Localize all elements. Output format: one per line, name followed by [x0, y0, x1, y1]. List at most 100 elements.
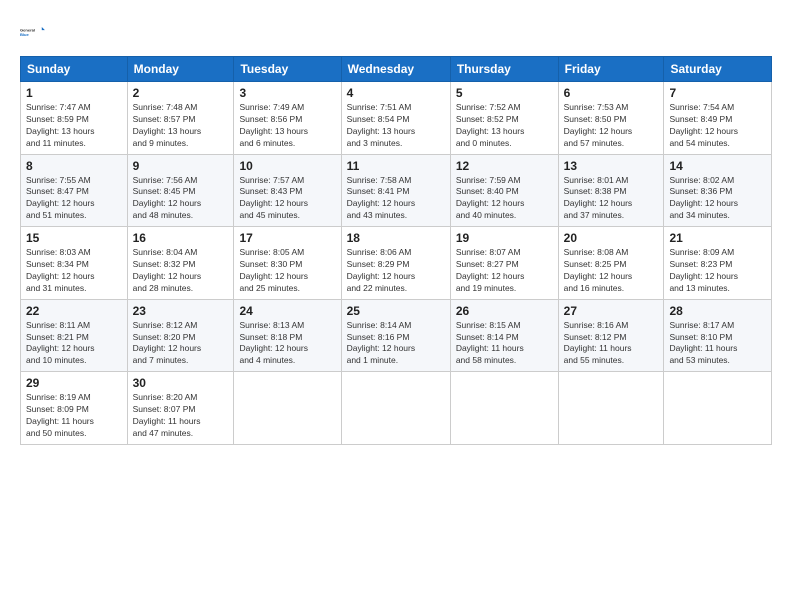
calendar-cell: 13Sunrise: 8:01 AM Sunset: 8:38 PM Dayli…: [558, 154, 664, 227]
day-number: 12: [456, 159, 553, 173]
day-number: 29: [26, 376, 122, 390]
day-number: 14: [669, 159, 766, 173]
calendar-cell: 29 Sunrise: 8:19 AM Sunset: 8:09 PM Dayli…: [21, 372, 128, 445]
page-header: GeneralBlue: [20, 18, 772, 46]
day-number: 17: [239, 231, 335, 245]
day-number: 27: [564, 304, 659, 318]
calendar-cell: 16 Sunrise: 8:04 AM Sunset: 8:32 PM Dayli…: [127, 227, 234, 300]
calendar-week-row: 29 Sunrise: 8:19 AM Sunset: 8:09 PM Dayli…: [21, 372, 772, 445]
calendar-cell: 17Sunrise: 8:05 AM Sunset: 8:30 PM Dayli…: [234, 227, 341, 300]
calendar-cell: 1 Sunrise: 7:47 AM Sunset: 8:59 PM Daylig…: [21, 82, 128, 155]
calendar-cell: 11 Sunrise: 7:58 AM Sunset: 8:41 PM Dayli…: [341, 154, 450, 227]
logo-icon: GeneralBlue: [20, 18, 48, 46]
calendar-cell: 9Sunrise: 7:56 AM Sunset: 8:45 PM Daylig…: [127, 154, 234, 227]
day-number: 8: [26, 159, 122, 173]
calendar-cell: 10Sunrise: 7:57 AM Sunset: 8:43 PM Dayli…: [234, 154, 341, 227]
day-number: 7: [669, 86, 766, 100]
day-info: Sunrise: 8:13 AM Sunset: 8:18 PM Dayligh…: [239, 320, 335, 368]
day-number: 3: [239, 86, 335, 100]
calendar-week-row: 1 Sunrise: 7:47 AM Sunset: 8:59 PM Daylig…: [21, 82, 772, 155]
calendar-cell: 20Sunrise: 8:08 AM Sunset: 8:25 PM Dayli…: [558, 227, 664, 300]
day-info: Sunrise: 7:59 AM Sunset: 8:40 PM Dayligh…: [456, 175, 553, 223]
calendar-header-sunday: Sunday: [21, 57, 128, 82]
calendar-cell: [664, 372, 772, 445]
calendar-cell: [341, 372, 450, 445]
day-info: Sunrise: 7:58 AM Sunset: 8:41 PM Dayligh…: [347, 175, 445, 223]
calendar-cell: 24 Sunrise: 8:13 AM Sunset: 8:18 PM Dayli…: [234, 299, 341, 372]
day-info: Sunrise: 8:15 AM Sunset: 8:14 PM Dayligh…: [456, 320, 553, 368]
calendar-cell: 12 Sunrise: 7:59 AM Sunset: 8:40 PM Dayli…: [450, 154, 558, 227]
calendar-cell: 19Sunrise: 8:07 AM Sunset: 8:27 PM Dayli…: [450, 227, 558, 300]
day-number: 21: [669, 231, 766, 245]
day-info: Sunrise: 8:14 AM Sunset: 8:16 PM Dayligh…: [347, 320, 445, 368]
calendar-cell: [234, 372, 341, 445]
day-info: Sunrise: 8:12 AM Sunset: 8:20 PM Dayligh…: [133, 320, 229, 368]
day-info: Sunrise: 8:03 AM Sunset: 8:34 PM Dayligh…: [26, 247, 122, 295]
day-number: 22: [26, 304, 122, 318]
day-info: Sunrise: 8:19 AM Sunset: 8:09 PM Dayligh…: [26, 392, 122, 440]
calendar-cell: 25 Sunrise: 8:14 AM Sunset: 8:16 PM Dayli…: [341, 299, 450, 372]
calendar-cell: 6 Sunrise: 7:53 AM Sunset: 8:50 PM Daylig…: [558, 82, 664, 155]
calendar-cell: 21 Sunrise: 8:09 AM Sunset: 8:23 PM Dayli…: [664, 227, 772, 300]
calendar-week-row: 22 Sunrise: 8:11 AM Sunset: 8:21 PM Dayli…: [21, 299, 772, 372]
calendar-cell: 28Sunrise: 8:17 AM Sunset: 8:10 PM Dayli…: [664, 299, 772, 372]
calendar-week-row: 8 Sunrise: 7:55 AM Sunset: 8:47 PM Daylig…: [21, 154, 772, 227]
calendar-table: SundayMondayTuesdayWednesdayThursdayFrid…: [20, 56, 772, 445]
calendar-header-wednesday: Wednesday: [341, 57, 450, 82]
calendar-cell: 27 Sunrise: 8:16 AM Sunset: 8:12 PM Dayli…: [558, 299, 664, 372]
calendar-cell: 7Sunrise: 7:54 AM Sunset: 8:49 PM Daylig…: [664, 82, 772, 155]
day-number: 16: [133, 231, 229, 245]
day-number: 5: [456, 86, 553, 100]
day-info: Sunrise: 8:08 AM Sunset: 8:25 PM Dayligh…: [564, 247, 659, 295]
calendar-header-tuesday: Tuesday: [234, 57, 341, 82]
calendar-cell: 14 Sunrise: 8:02 AM Sunset: 8:36 PM Dayli…: [664, 154, 772, 227]
day-number: 25: [347, 304, 445, 318]
calendar-cell: 2Sunrise: 7:48 AM Sunset: 8:57 PM Daylig…: [127, 82, 234, 155]
calendar-cell: 23 Sunrise: 8:12 AM Sunset: 8:20 PM Dayli…: [127, 299, 234, 372]
svg-text:Blue: Blue: [20, 32, 29, 37]
calendar-header-friday: Friday: [558, 57, 664, 82]
calendar-header-row: SundayMondayTuesdayWednesdayThursdayFrid…: [21, 57, 772, 82]
calendar-header-saturday: Saturday: [664, 57, 772, 82]
day-info: Sunrise: 7:53 AM Sunset: 8:50 PM Dayligh…: [564, 102, 659, 150]
day-number: 2: [133, 86, 229, 100]
day-number: 6: [564, 86, 659, 100]
day-number: 11: [347, 159, 445, 173]
day-info: Sunrise: 8:06 AM Sunset: 8:29 PM Dayligh…: [347, 247, 445, 295]
svg-text:General: General: [20, 27, 35, 32]
day-info: Sunrise: 8:09 AM Sunset: 8:23 PM Dayligh…: [669, 247, 766, 295]
calendar-cell: 3 Sunrise: 7:49 AM Sunset: 8:56 PM Daylig…: [234, 82, 341, 155]
day-number: 23: [133, 304, 229, 318]
day-number: 28: [669, 304, 766, 318]
day-info: Sunrise: 8:04 AM Sunset: 8:32 PM Dayligh…: [133, 247, 229, 295]
day-info: Sunrise: 8:01 AM Sunset: 8:38 PM Dayligh…: [564, 175, 659, 223]
day-info: Sunrise: 7:56 AM Sunset: 8:45 PM Dayligh…: [133, 175, 229, 223]
calendar-cell: 22 Sunrise: 8:11 AM Sunset: 8:21 PM Dayli…: [21, 299, 128, 372]
day-info: Sunrise: 8:16 AM Sunset: 8:12 PM Dayligh…: [564, 320, 659, 368]
day-info: Sunrise: 7:49 AM Sunset: 8:56 PM Dayligh…: [239, 102, 335, 150]
calendar-header-monday: Monday: [127, 57, 234, 82]
logo: GeneralBlue: [20, 18, 48, 46]
day-number: 18: [347, 231, 445, 245]
day-info: Sunrise: 8:20 AM Sunset: 8:07 PM Dayligh…: [133, 392, 229, 440]
calendar-week-row: 15 Sunrise: 8:03 AM Sunset: 8:34 PM Dayli…: [21, 227, 772, 300]
day-info: Sunrise: 7:55 AM Sunset: 8:47 PM Dayligh…: [26, 175, 122, 223]
day-info: Sunrise: 7:52 AM Sunset: 8:52 PM Dayligh…: [456, 102, 553, 150]
day-info: Sunrise: 7:51 AM Sunset: 8:54 PM Dayligh…: [347, 102, 445, 150]
day-info: Sunrise: 7:47 AM Sunset: 8:59 PM Dayligh…: [26, 102, 122, 150]
day-number: 4: [347, 86, 445, 100]
calendar-cell: 18 Sunrise: 8:06 AM Sunset: 8:29 PM Dayli…: [341, 227, 450, 300]
calendar-header-thursday: Thursday: [450, 57, 558, 82]
calendar-cell: 8 Sunrise: 7:55 AM Sunset: 8:47 PM Daylig…: [21, 154, 128, 227]
calendar-cell: 5 Sunrise: 7:52 AM Sunset: 8:52 PM Daylig…: [450, 82, 558, 155]
day-number: 30: [133, 376, 229, 390]
calendar-cell: [450, 372, 558, 445]
day-info: Sunrise: 8:02 AM Sunset: 8:36 PM Dayligh…: [669, 175, 766, 223]
day-number: 24: [239, 304, 335, 318]
day-number: 19: [456, 231, 553, 245]
day-info: Sunrise: 8:11 AM Sunset: 8:21 PM Dayligh…: [26, 320, 122, 368]
day-number: 15: [26, 231, 122, 245]
day-number: 10: [239, 159, 335, 173]
day-number: 1: [26, 86, 122, 100]
calendar-cell: 15 Sunrise: 8:03 AM Sunset: 8:34 PM Dayli…: [21, 227, 128, 300]
